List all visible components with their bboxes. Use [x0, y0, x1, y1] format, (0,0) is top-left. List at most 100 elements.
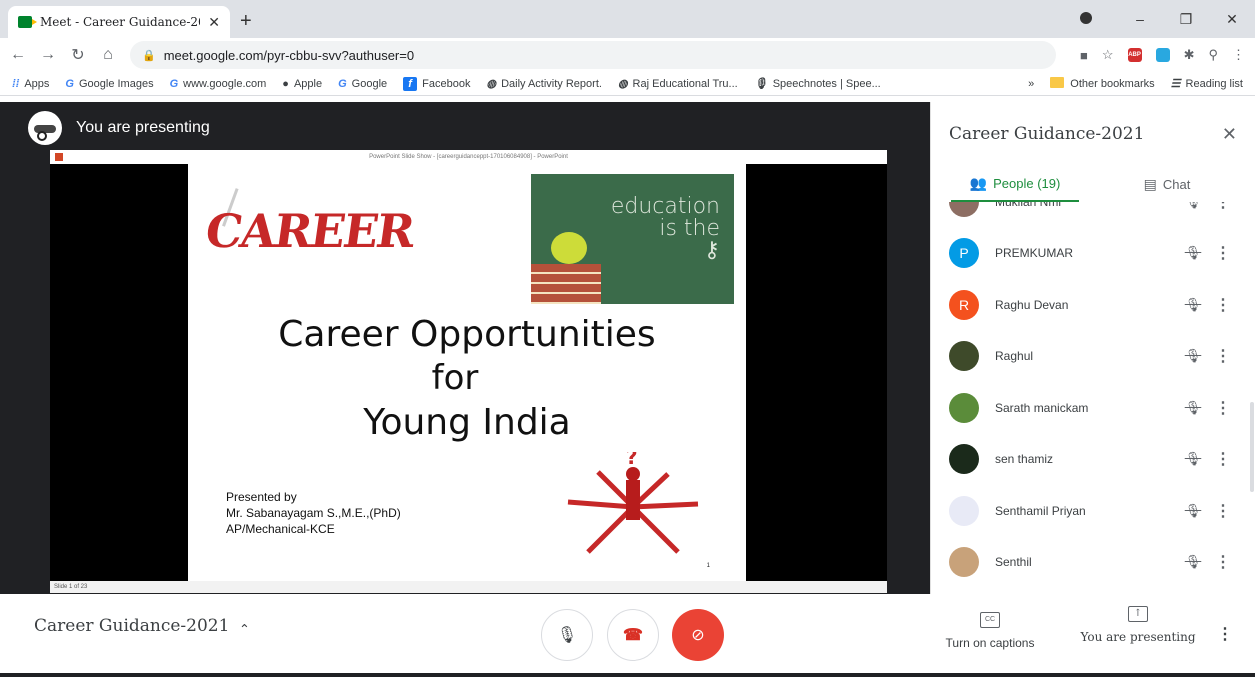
- chalkboard-image: education is the ⚷: [531, 174, 734, 304]
- participant-row[interactable]: Senthamil Priyan 🎙 ⋮: [931, 485, 1255, 537]
- chalkboard-line-2: is the: [659, 216, 720, 241]
- google-icon: G: [65, 77, 74, 90]
- participant-row[interactable]: Sarath manickam 🎙 ⋮: [931, 382, 1255, 434]
- globe-icon: ◍: [617, 78, 628, 90]
- lock-icon[interactable]: 🔒: [142, 49, 156, 62]
- participant-row[interactable]: Senthil 🎙 ⋮: [931, 537, 1255, 589]
- ppt-title: PowerPoint Slide Show - [careerguidancep…: [369, 154, 568, 160]
- participant-more-icon[interactable]: ⋮: [1208, 346, 1238, 366]
- google-icon: G: [338, 77, 347, 90]
- browser-tab-meet[interactable]: Meet - Career Guidance-2021 ✕: [8, 6, 230, 38]
- minimize-button[interactable]: –: [1117, 11, 1163, 27]
- captions-button[interactable]: CC Turn on captions: [942, 612, 1038, 650]
- participant-name: Sarath manickam: [995, 400, 1089, 415]
- home-icon[interactable]: ⌂: [100, 46, 116, 64]
- presenting-label: You are presenting: [76, 119, 210, 136]
- participant-avatar: R: [949, 289, 979, 320]
- reload-icon[interactable]: ↻: [70, 45, 86, 65]
- participant-row[interactable]: sen thamiz 🎙 ⋮: [931, 434, 1255, 486]
- participant-more-icon[interactable]: ⋮: [1208, 398, 1238, 418]
- participant-row[interactable]: P PREMKUMAR 🎙 ⋮: [931, 228, 1255, 280]
- bookmarks-bar: ⁞⁞ Apps G Google Images Gwww.google.com ● A…: [0, 72, 1255, 96]
- participant-more-icon[interactable]: ⋮: [1208, 501, 1238, 521]
- participant-more-icon[interactable]: ⋮: [1208, 449, 1238, 469]
- participant-row[interactable]: Raghul 🎙 ⋮: [931, 331, 1255, 383]
- profile-avatar-icon[interactable]: ⚲: [1208, 47, 1218, 63]
- shared-screen: PowerPoint Slide Show - [careerguidancep…: [50, 150, 887, 593]
- present-screen-icon: ↑: [1128, 606, 1148, 622]
- bookmarks-overflow[interactable]: »: [1028, 78, 1034, 90]
- bookmark-daily-activity[interactable]: ◍ Daily Activity Report.: [486, 77, 601, 90]
- participant-more-icon[interactable]: ⋮: [1208, 243, 1238, 263]
- byline-line-1: Presented by: [226, 490, 297, 504]
- participant-row[interactable]: R Raghu Devan 🎙 ⋮: [931, 279, 1255, 331]
- address-bar[interactable]: 🔒 meet.google.com/pyr-cbbu-svv?authuser=…: [130, 41, 1057, 69]
- participant-scrollbar[interactable]: [1250, 402, 1254, 492]
- bookmark-apps[interactable]: ⁞⁞ Apps: [12, 78, 49, 90]
- participant-avatar: [949, 202, 979, 217]
- more-options-icon[interactable]: ⋮: [1217, 624, 1233, 644]
- bookmark-star-icon[interactable]: ☆: [1102, 47, 1114, 63]
- participant-avatar: [949, 444, 979, 475]
- bookmark-apple[interactable]: ● Apple: [282, 78, 322, 90]
- reading-list-icon: ☰: [1170, 78, 1181, 90]
- mic-muted-icon: 🎙: [1184, 245, 1202, 261]
- participant-name: Senthamil Priyan: [995, 503, 1086, 518]
- participant-more-icon[interactable]: ⋮: [1208, 552, 1238, 572]
- other-bookmarks[interactable]: Other bookmarks: [1050, 77, 1155, 90]
- meeting-details[interactable]: Career Guidance-2021 ⌄: [34, 616, 250, 636]
- participant-name: Raghul: [995, 349, 1034, 364]
- participant-avatar: P: [949, 238, 979, 269]
- bookmark-facebook[interactable]: f Facebook: [403, 76, 470, 91]
- chalkboard-line-1: education: [610, 194, 720, 219]
- books-image: [531, 264, 601, 304]
- back-arrow-icon[interactable]: ←: [10, 46, 26, 64]
- bookmark-google[interactable]: G Google: [338, 78, 387, 90]
- participant-row[interactable]: Mukilan Nmi🎙⋮: [931, 202, 1255, 228]
- participant-avatar: [949, 392, 979, 423]
- bookmark-google-images[interactable]: G Google Images: [65, 78, 153, 90]
- bookmark-speechnotes[interactable]: 🎙 Speechnotes | Spee...: [754, 77, 881, 90]
- participant-list[interactable]: Mukilan Nmi🎙⋮PPREMKUMAR🎙⋮RRaghu Devan🎙⋮R…: [931, 202, 1255, 594]
- leave-call-button[interactable]: ☎: [607, 609, 659, 661]
- people-panel: Career Guidance-2021 ✕ 👥 People (19) ▤ C…: [930, 102, 1255, 594]
- reading-list[interactable]: ☰ Reading list: [1171, 77, 1243, 90]
- bookmark-raj-educational[interactable]: ◍ Raj Educational Tru...: [618, 77, 738, 90]
- facebook-icon: f: [403, 76, 418, 91]
- participant-more-icon[interactable]: ⋮: [1208, 295, 1238, 315]
- restore-button[interactable]: ❐: [1163, 11, 1209, 28]
- taskbar-edge: [0, 673, 1255, 677]
- camera-off-button[interactable]: ⊘: [672, 609, 724, 661]
- participant-name: PREMKUMAR: [995, 246, 1074, 261]
- camera-indicator-icon[interactable]: ■: [1080, 48, 1088, 63]
- mic-muted-icon: 🎙: [1184, 348, 1202, 364]
- microphone-icon: 🎙: [753, 78, 768, 90]
- profile-icon[interactable]: [1071, 11, 1117, 27]
- participant-more-icon[interactable]: ⋮: [1208, 202, 1238, 212]
- bookmark-google-com[interactable]: Gwww.google.com: [170, 78, 267, 90]
- question-figure-arrows: ?: [567, 452, 699, 554]
- new-tab-button[interactable]: +: [240, 10, 252, 33]
- meet-main: You are presenting PowerPoint Slide Show…: [0, 102, 1255, 677]
- adblock-extension-icon[interactable]: ABP: [1127, 48, 1142, 62]
- headline-line-1: Career Opportunities: [278, 314, 656, 355]
- presenting-button[interactable]: ↑ You are presenting: [1074, 606, 1202, 644]
- browser-toolbar: ← → ↻ ⌂ 🔒 meet.google.com/pyr-cbbu-svv?a…: [0, 38, 1255, 72]
- extensions-puzzle-icon[interactable]: ✱: [1184, 47, 1195, 63]
- slide: CAREER education is the ⚷ Career Opportu…: [188, 164, 746, 581]
- participant-name: Raghu Devan: [995, 297, 1069, 312]
- close-panel-icon[interactable]: ✕: [1222, 124, 1237, 145]
- browser-menu-icon[interactable]: ⋮: [1232, 47, 1245, 63]
- tab-close-icon[interactable]: ✕: [208, 14, 220, 31]
- tab-chat[interactable]: ▤ Chat: [1079, 166, 1255, 202]
- extension-icon[interactable]: [1155, 48, 1170, 62]
- presenting-header: You are presenting: [28, 111, 210, 145]
- url-text: meet.google.com/pyr-cbbu-svv?authuser=0: [163, 47, 415, 63]
- panel-tabs: 👥 People (19) ▤ Chat: [931, 166, 1255, 202]
- forward-arrow-icon[interactable]: →: [40, 46, 56, 64]
- tab-people[interactable]: 👥 People (19): [951, 166, 1079, 202]
- meet-favicon-icon: [18, 16, 37, 28]
- window-close-button[interactable]: ✕: [1209, 11, 1255, 28]
- microphone-button[interactable]: 🎙: [541, 609, 593, 661]
- panel-title: Career Guidance-2021: [949, 124, 1145, 144]
